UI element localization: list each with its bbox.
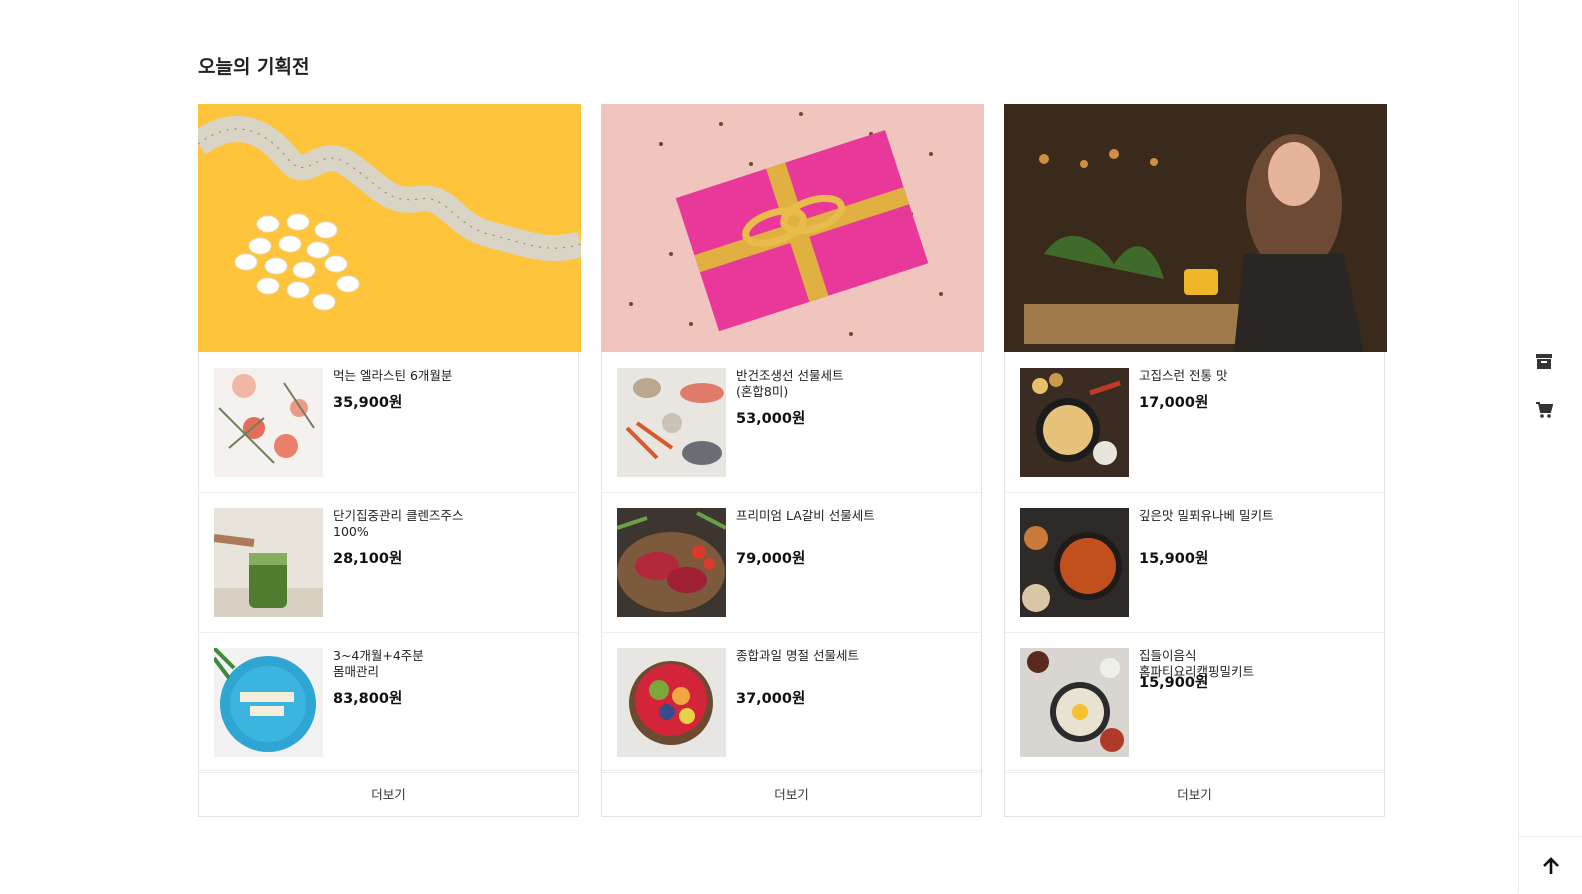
bibimbap-image [1020,648,1129,757]
list-item[interactable]: 프리미엄 LA갈비 선물세트 79,000원 [602,493,981,633]
item-price: 79,000원 [736,551,806,567]
item-name[interactable]: 깊은맛 밀푀유나베 밀키트 [1139,508,1279,524]
item-name[interactable]: 반건조생선 선물세트(혼합8미) [736,368,876,400]
item-thumbnail[interactable] [617,368,726,477]
item-thumbnail[interactable] [1020,648,1129,757]
item-name[interactable]: 종합과일 명절 선물세트 [736,648,876,664]
item-thumbnail[interactable] [214,648,323,757]
item-price: 83,800원 [333,691,403,707]
item-price: 28,100원 [333,551,403,567]
shopping-cart-icon[interactable] [1535,401,1555,421]
weight-loss-plate-image [214,648,323,757]
fruit-bowl-image [617,648,726,757]
archive-box-icon[interactable] [1535,352,1555,372]
grapefruit-herbs-image [214,368,323,477]
arrow-up-icon [1543,856,1559,874]
banner-image-health[interactable] [198,104,581,352]
banner-image-dining[interactable] [1004,104,1387,352]
banner-image-gift[interactable] [601,104,984,352]
more-button[interactable]: 더보기 [602,770,981,816]
item-thumbnail[interactable] [617,508,726,617]
item-price: 53,000원 [736,411,806,427]
item-name[interactable]: 먹는 엘라스틴 6개월분 [333,368,473,384]
item-thumbnail[interactable] [617,648,726,757]
seafood-image [617,368,726,477]
promotion-card-gift: 반건조생선 선물세트(혼합8미) 53,000원 프리미엄 LA갈비 선물세트 … [601,104,984,817]
item-list: 먹는 엘라스틴 6개월분 35,900원 단기집중관리 클렌즈주스 100% 2… [199,353,578,773]
item-thumbnail[interactable] [1020,508,1129,617]
item-price: 17,000원 [1139,395,1209,411]
item-thumbnail[interactable] [214,368,323,477]
list-item[interactable]: 고집스런 전통 맛 17,000원 [1005,353,1384,493]
noodle-soup-image [1020,508,1129,617]
list-item[interactable]: 종합과일 명절 선물세트 37,000원 [602,633,981,773]
more-button[interactable]: 더보기 [1005,770,1384,816]
right-sidebar [1518,0,1582,893]
list-item[interactable]: 집들이음식 홈파티요리캠핑밀키트 15,900원 [1005,633,1384,773]
scroll-top-button[interactable] [1519,836,1582,894]
item-price: 35,900원 [333,395,403,411]
list-item[interactable]: 먹는 엘라스틴 6개월분 35,900원 [199,353,578,493]
list-item[interactable]: 깊은맛 밀푀유나베 밀키트 15,900원 [1005,493,1384,633]
item-price: 15,900원 [1139,675,1209,691]
section-title: 오늘의 기획전 [198,56,310,78]
promotion-card-health: 먹는 엘라스틴 6개월분 35,900원 단기집중관리 클렌즈주스 100% 2… [198,104,581,817]
list-item[interactable]: 반건조생선 선물세트(혼합8미) 53,000원 [602,353,981,493]
item-thumbnail[interactable] [214,508,323,617]
item-name[interactable]: 고집스런 전통 맛 [1139,368,1279,384]
item-list: 반건조생선 선물세트(혼합8미) 53,000원 프리미엄 LA갈비 선물세트 … [602,353,981,773]
item-price: 37,000원 [736,691,806,707]
list-item[interactable]: 단기집중관리 클렌즈주스 100% 28,100원 [199,493,578,633]
gift-box-image [601,104,984,352]
item-name[interactable]: 프리미엄 LA갈비 선물세트 [736,508,876,524]
raw-meat-board-image [617,508,726,617]
promotion-card-dining: 고집스런 전통 맛 17,000원 깊은맛 밀푀유나베 밀키트 15,900원 [1004,104,1387,817]
more-button[interactable]: 더보기 [199,770,578,816]
item-thumbnail[interactable] [1020,368,1129,477]
item-price: 15,900원 [1139,551,1209,567]
green-juice-image [214,508,323,617]
woman-dining-image [1004,104,1387,352]
list-item[interactable]: 3~4개월+4주분 몸매관리 83,800원 [199,633,578,773]
item-list: 고집스런 전통 맛 17,000원 깊은맛 밀푀유나베 밀키트 15,900원 [1005,353,1384,773]
item-name[interactable]: 3~4개월+4주분 몸매관리 [333,648,473,680]
stew-pot-image [1020,368,1129,477]
item-name[interactable]: 단기집중관리 클렌즈주스 100% [333,508,473,540]
tape-measure-pills-image [198,104,581,352]
